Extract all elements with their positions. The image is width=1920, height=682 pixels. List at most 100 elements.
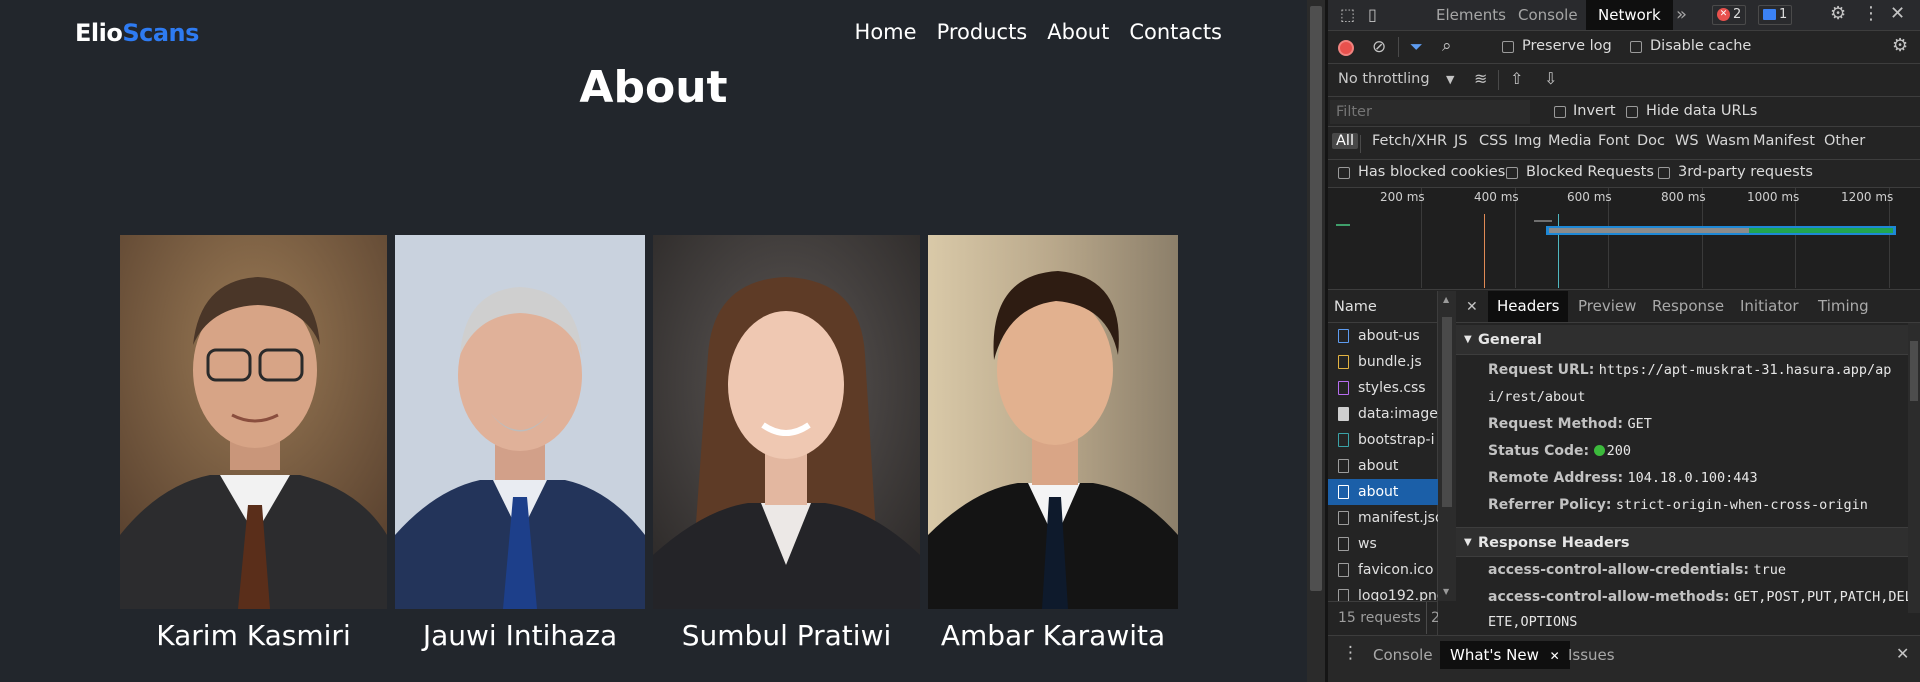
name-column-header[interactable]: Name: [1328, 291, 1438, 323]
inspect-element-icon[interactable]: ⬚: [1340, 7, 1355, 23]
tab-initiator[interactable]: Initiator: [1740, 291, 1799, 322]
import-har-icon[interactable]: ⇧: [1510, 71, 1523, 87]
header-row: Request Method: GET: [1488, 411, 1908, 438]
invert-checkbox[interactable]: [1554, 106, 1566, 118]
filter-type-wasm[interactable]: Wasm: [1706, 133, 1750, 149]
drawer-tab-console[interactable]: Console: [1373, 641, 1433, 669]
message-count-badge[interactable]: 1: [1758, 5, 1793, 25]
throttling-select[interactable]: No throttling: [1338, 71, 1430, 87]
error-count-badge[interactable]: ✕ 2: [1712, 5, 1747, 25]
filter-type-other[interactable]: Other: [1824, 133, 1865, 149]
network-settings-icon[interactable]: ⚙: [1892, 37, 1908, 55]
request-row[interactable]: bootstrap-i: [1328, 427, 1438, 453]
request-row[interactable]: ws: [1328, 531, 1438, 557]
throttling-toolbar: No throttling ▼ ≋ ⇧ ⇩: [1328, 64, 1920, 97]
kebab-menu-icon[interactable]: ⋮: [1862, 5, 1880, 23]
filter-type-all[interactable]: All: [1332, 133, 1358, 149]
request-row[interactable]: logo192.png: [1328, 583, 1438, 601]
close-drawer-icon[interactable]: ✕: [1896, 646, 1909, 662]
detail-scrollbar-thumb[interactable]: [1910, 341, 1918, 401]
nav-contacts[interactable]: Contacts: [1129, 20, 1222, 44]
hide-data-urls-checkbox[interactable]: [1626, 106, 1638, 118]
tab-response[interactable]: Response: [1652, 291, 1724, 322]
nav-about[interactable]: About: [1047, 20, 1109, 44]
request-row[interactable]: manifest.json: [1328, 505, 1438, 531]
dom-content-loaded-marker: [1484, 214, 1485, 288]
request-row[interactable]: data:image/: [1328, 401, 1438, 427]
request-row[interactable]: styles.css: [1328, 375, 1438, 401]
header-row: i/rest/about: [1488, 384, 1908, 411]
scroll-up-icon[interactable]: ▲: [1443, 295, 1449, 304]
header-key: Remote Address:: [1488, 470, 1624, 486]
tab-network[interactable]: Network: [1586, 0, 1673, 30]
page-scrollbar-thumb[interactable]: [1310, 6, 1322, 591]
request-list-scrollbar[interactable]: ▲ ▼: [1438, 291, 1456, 601]
request-name: bundle.js: [1358, 354, 1422, 370]
drawer-tab-whats-new[interactable]: What's New ✕: [1440, 641, 1570, 669]
request-list-scrollbar-thumb[interactable]: [1442, 317, 1452, 507]
detail-scrollbar[interactable]: [1908, 323, 1920, 613]
network-toolbar: ⊘ ⏷ ⌕ Preserve log Disable cache ⚙: [1328, 31, 1920, 64]
tab-headers[interactable]: Headers: [1488, 291, 1569, 322]
filter-type-fetch-xhr[interactable]: Fetch/XHR: [1372, 133, 1447, 149]
filter-type-ws[interactable]: WS: [1675, 133, 1699, 149]
request-row[interactable]: about: [1328, 453, 1438, 479]
brand-logo[interactable]: ElioScans: [75, 19, 199, 47]
timeline-tick: 1200 ms: [1841, 190, 1894, 204]
request-row[interactable]: bundle.js: [1328, 349, 1438, 375]
has-blocked-cookies-checkbox[interactable]: [1338, 167, 1350, 179]
network-overview-timeline[interactable]: 200 ms 400 ms 600 ms 800 ms 1000 ms 1200…: [1328, 188, 1920, 290]
filter-type-css[interactable]: CSS: [1479, 133, 1508, 149]
more-tabs-icon[interactable]: »: [1676, 0, 1687, 30]
close-devtools-icon[interactable]: ✕: [1890, 5, 1905, 23]
header-value: GET,POST,PUT,PATCH,DEL: [1733, 589, 1913, 605]
third-party-checkbox[interactable]: [1658, 167, 1670, 179]
close-tab-icon[interactable]: ✕: [1550, 649, 1560, 663]
request-row-selected[interactable]: about: [1328, 479, 1438, 505]
filter-type-js[interactable]: JS: [1454, 133, 1467, 149]
request-count: 15 requests: [1338, 610, 1421, 626]
filter-type-font[interactable]: Font: [1598, 133, 1630, 149]
tab-preview[interactable]: Preview: [1578, 291, 1636, 322]
drawer-menu-icon[interactable]: ⋮: [1342, 645, 1359, 662]
header-value: 104.18.0.100:443: [1627, 470, 1758, 486]
filter-type-manifest[interactable]: Manifest: [1753, 133, 1815, 149]
general-section-header[interactable]: ▼ General: [1456, 325, 1908, 355]
filter-type-doc[interactable]: Doc: [1637, 133, 1665, 149]
drawer-tab-issues[interactable]: Issues: [1568, 641, 1615, 669]
header-value: strict-origin-when-cross-origin: [1615, 497, 1868, 513]
settings-gear-icon[interactable]: ⚙: [1830, 5, 1846, 23]
nav-home[interactable]: Home: [855, 20, 917, 44]
timeline-tick: 1000 ms: [1747, 190, 1800, 204]
stylesheet-icon: [1338, 381, 1349, 395]
blocked-requests-label: Blocked Requests: [1526, 164, 1654, 180]
request-row[interactable]: about-us: [1328, 323, 1438, 349]
clear-icon[interactable]: ⊘: [1372, 39, 1386, 56]
scroll-down-icon[interactable]: ▼: [1443, 587, 1449, 596]
toolbar-divider: [1398, 37, 1399, 57]
request-name: data:image/: [1358, 406, 1438, 422]
tab-timing[interactable]: Timing: [1818, 291, 1869, 322]
search-icon[interactable]: ⌕: [1442, 38, 1452, 55]
page-scrollbar[interactable]: [1307, 0, 1325, 682]
request-row[interactable]: favicon.ico: [1328, 557, 1438, 583]
disable-cache-checkbox[interactable]: [1630, 41, 1642, 53]
filter-type-img[interactable]: Img: [1514, 133, 1542, 149]
filter-funnel-icon[interactable]: ⏷: [1410, 39, 1423, 55]
close-detail-icon[interactable]: ✕: [1466, 299, 1478, 315]
network-conditions-icon[interactable]: ≋: [1474, 71, 1487, 87]
record-button-icon[interactable]: [1338, 40, 1354, 56]
tab-console[interactable]: Console: [1508, 0, 1588, 30]
image-icon: [1338, 407, 1349, 421]
device-toolbar-icon[interactable]: ▯: [1368, 7, 1377, 23]
tab-elements[interactable]: Elements: [1426, 0, 1516, 30]
nav-products[interactable]: Products: [937, 20, 1028, 44]
filter-type-media[interactable]: Media: [1548, 133, 1592, 149]
response-headers-section-header[interactable]: ▼ Response Headers: [1456, 527, 1908, 557]
export-har-icon[interactable]: ⇩: [1544, 71, 1557, 87]
filter-input[interactable]: [1330, 100, 1530, 124]
chevron-down-icon[interactable]: ▼: [1446, 72, 1454, 88]
header-key: access-control-allow-methods:: [1488, 589, 1730, 605]
preserve-log-checkbox[interactable]: [1502, 41, 1514, 53]
blocked-requests-checkbox[interactable]: [1506, 167, 1518, 179]
